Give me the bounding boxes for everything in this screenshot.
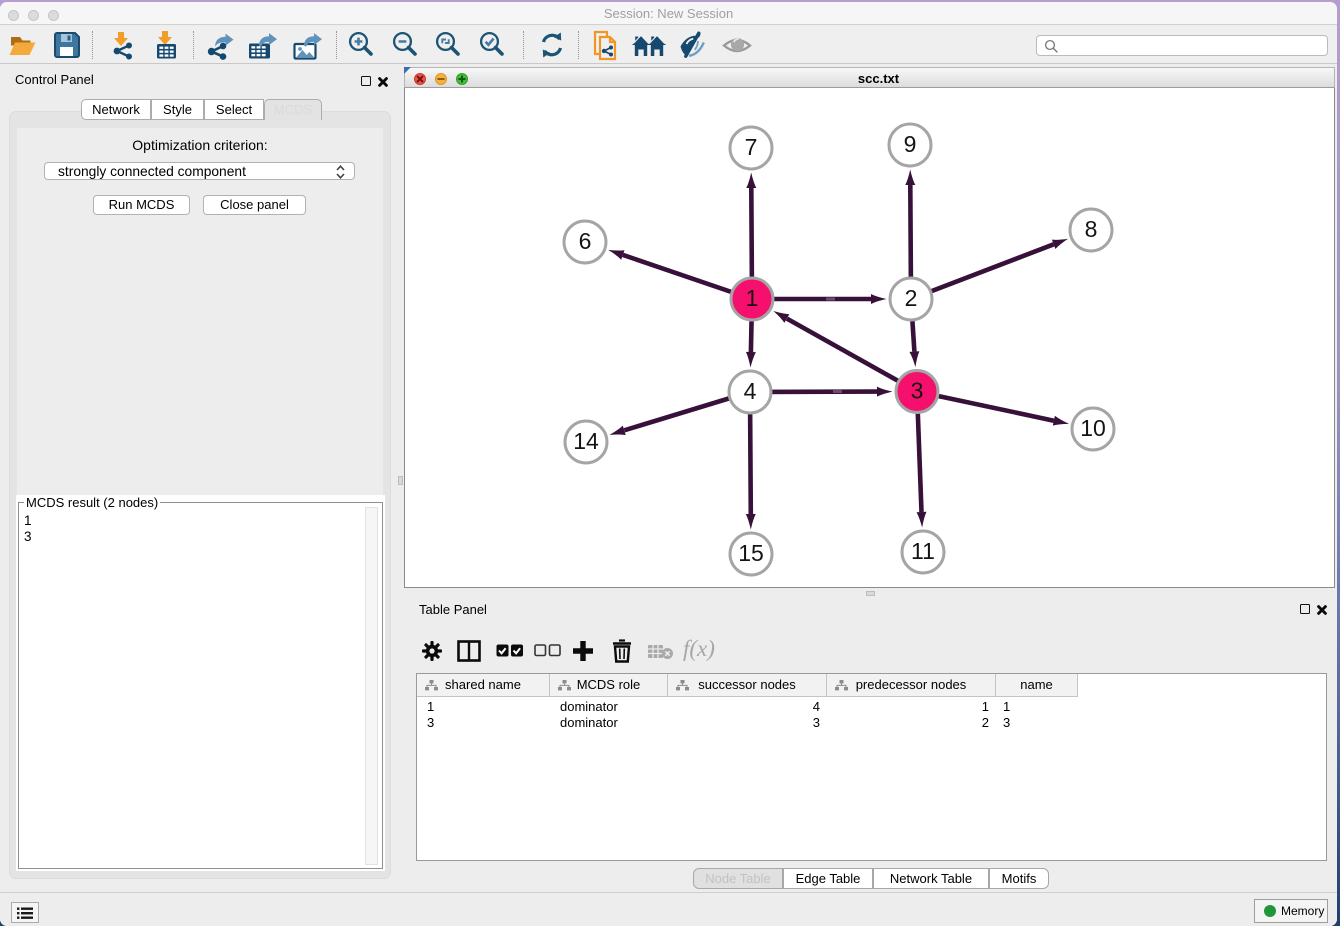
svg-text:4: 4 [744,378,757,404]
svg-text:2: 2 [905,285,918,311]
svg-text:8: 8 [1085,216,1098,242]
svg-text:7: 7 [745,134,758,160]
svg-text:10: 10 [1080,415,1106,441]
svg-text:9: 9 [904,131,917,157]
svg-text:6: 6 [579,228,592,254]
svg-text:1: 1 [746,285,759,311]
svg-text:15: 15 [738,540,764,566]
svg-text:3: 3 [911,378,924,404]
svg-text:11: 11 [911,538,935,564]
svg-text:14: 14 [573,428,599,454]
